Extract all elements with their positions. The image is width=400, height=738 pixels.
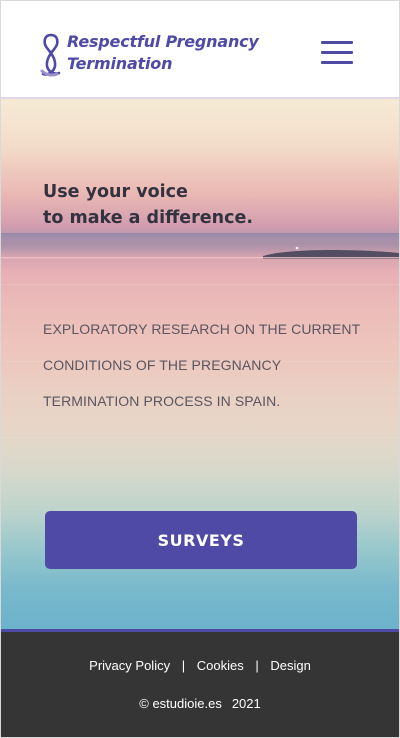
brand-line-1: Respectful Pregnancy: [67, 32, 259, 51]
brand-line-2: Termination: [67, 54, 173, 73]
copyright-owner: © estudioie.es: [139, 696, 222, 711]
design-link[interactable]: Design: [270, 658, 310, 673]
surveys-button[interactable]: SURVEYS: [45, 511, 357, 569]
menu-bar-middle: [321, 51, 353, 54]
privacy-policy-link[interactable]: Privacy Policy: [89, 658, 170, 673]
menu-bar-bottom: [321, 61, 353, 64]
footer-separator: |: [181, 658, 186, 673]
hero-headline: Use your voice to make a difference.: [43, 179, 253, 231]
footer-links: Privacy Policy | Cookies | Design: [1, 658, 399, 673]
copyright-year: 2021: [231, 696, 261, 711]
research-line-1: EXPLORATORY RESEARCH ON THE CURRENT: [43, 321, 361, 337]
footer-separator: |: [255, 658, 259, 673]
brand-name[interactable]: Respectful Pregnancy Termination: [67, 31, 259, 75]
research-line-2: CONDITIONS OF THE PREGNANCY: [43, 357, 282, 373]
site-header: Respectful Pregnancy Termination: [1, 1, 399, 99]
headline-line-2: to make a difference.: [43, 208, 253, 228]
site-footer: Privacy Policy | Cookies | Design © estu…: [1, 632, 399, 737]
copyright: © estudioie.es 2021: [1, 696, 399, 711]
hero-section: Use your voice to make a difference. EXP…: [1, 99, 399, 629]
menu-bar-top: [321, 41, 353, 44]
research-line-3: TERMINATION PROCESS IN SPAIN.: [43, 393, 281, 409]
page-frame: Respectful Pregnancy Termination Use you…: [0, 0, 400, 738]
research-description: EXPLORATORY RESEARCH ON THE CURRENT COND…: [43, 311, 373, 419]
hamburger-menu-icon[interactable]: [319, 39, 355, 67]
headline-line-1: Use your voice: [43, 182, 188, 202]
lighthouse-light: [295, 246, 299, 250]
ribbon-icon[interactable]: [37, 31, 65, 81]
cookies-link[interactable]: Cookies: [197, 658, 244, 673]
